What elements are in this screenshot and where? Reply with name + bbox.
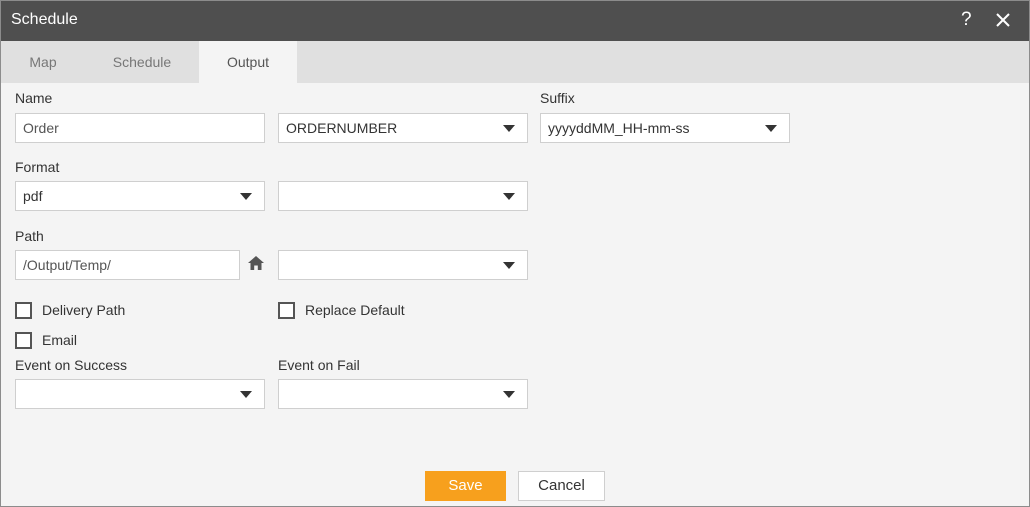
chevron-down-icon — [503, 391, 515, 398]
name-input[interactable] — [15, 113, 265, 143]
chevron-down-icon — [503, 125, 515, 132]
delivery-path-checkbox[interactable] — [15, 302, 32, 319]
tab-map[interactable]: Map — [1, 41, 85, 83]
tab-output[interactable]: Output — [199, 41, 297, 83]
close-icon[interactable] — [993, 10, 1013, 30]
dialog-titlebar: Schedule ? — [1, 1, 1029, 41]
chevron-down-icon — [240, 391, 252, 398]
suffix-select[interactable]: yyyyddMM_HH-mm-ss — [540, 113, 790, 143]
name-variable-value: ORDERNUMBER — [286, 120, 398, 136]
chevron-down-icon — [503, 193, 515, 200]
delivery-path-label: Delivery Path — [42, 302, 126, 318]
cancel-button[interactable]: Cancel — [518, 471, 605, 501]
home-icon[interactable] — [248, 256, 264, 270]
chevron-down-icon — [240, 193, 252, 200]
event-success-select[interactable] — [15, 379, 265, 409]
path-secondary-select[interactable] — [278, 250, 528, 280]
event-fail-label: Event on Fail — [278, 357, 360, 373]
event-fail-select[interactable] — [278, 379, 528, 409]
tab-schedule[interactable]: Schedule — [85, 41, 199, 83]
replace-default-checkbox[interactable] — [278, 302, 295, 319]
save-button[interactable]: Save — [425, 471, 506, 501]
path-input[interactable] — [15, 250, 240, 280]
chevron-down-icon — [503, 262, 515, 269]
schedule-dialog: Schedule ? Map Schedule Output Name ORDE… — [0, 0, 1030, 507]
email-label: Email — [42, 332, 78, 348]
replace-default-label: Replace Default — [305, 302, 405, 318]
tab-bar: Map Schedule Output — [1, 41, 1029, 83]
email-checkbox[interactable] — [15, 332, 32, 349]
name-variable-select[interactable]: ORDERNUMBER — [278, 113, 528, 143]
format-value: pdf — [23, 188, 43, 204]
format-label: Format — [15, 159, 60, 175]
dialog-title: Schedule — [11, 11, 78, 28]
suffix-label: Suffix — [540, 90, 575, 106]
format-secondary-select[interactable] — [278, 181, 528, 211]
path-label: Path — [15, 228, 44, 244]
help-icon[interactable]: ? — [961, 9, 972, 31]
suffix-value: yyyyddMM_HH-mm-ss — [548, 120, 690, 136]
event-success-label: Event on Success — [15, 357, 128, 373]
format-select[interactable]: pdf — [15, 181, 265, 211]
name-label: Name — [15, 90, 53, 106]
chevron-down-icon — [765, 125, 777, 132]
